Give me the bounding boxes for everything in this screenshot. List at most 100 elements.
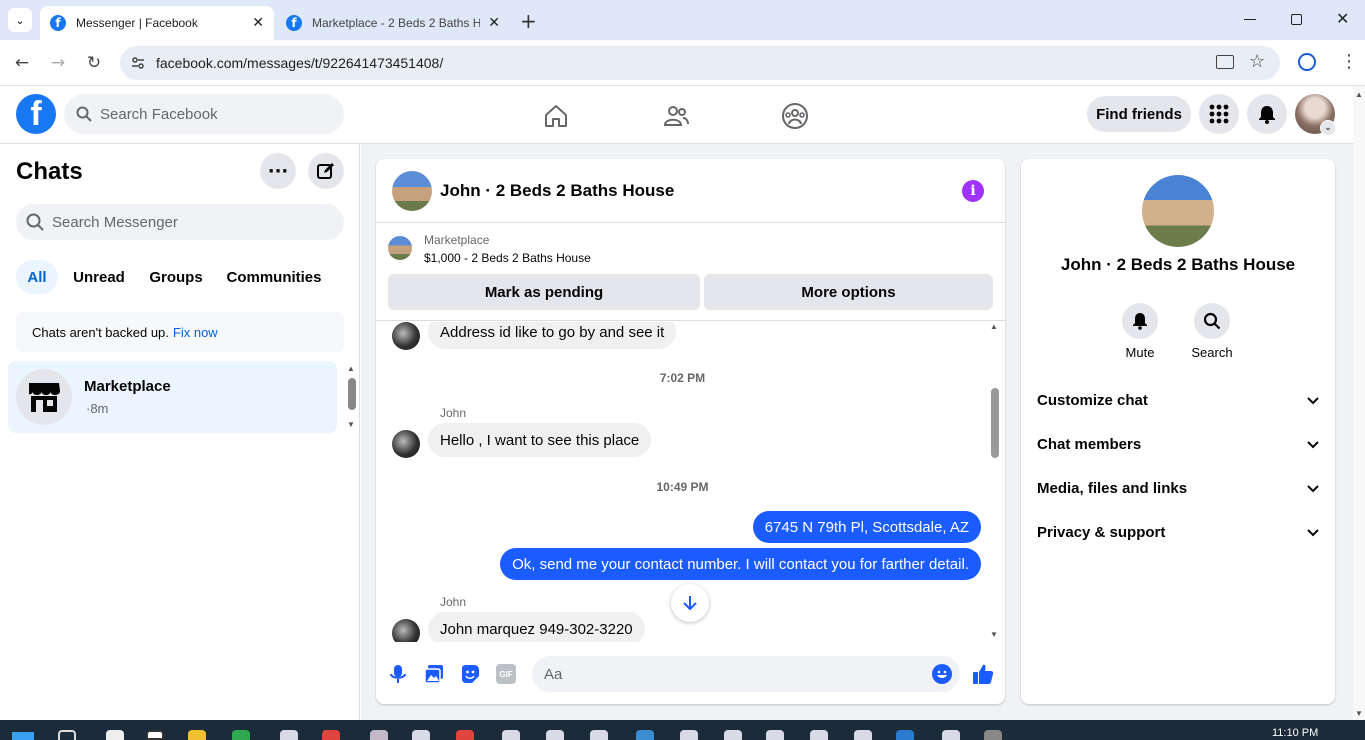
message-scrollbar[interactable]: ▲ ▼ [989, 322, 1001, 642]
chrome-icon[interactable] [322, 730, 340, 740]
chrome-profile-icon[interactable] [280, 730, 298, 740]
chat-members-row[interactable]: Chat members [1037, 424, 1319, 464]
info-icon[interactable]: i [962, 180, 984, 202]
message-bubble-incoming[interactable]: Address id like to go by and see it [428, 322, 677, 349]
scroll-down-arrow-icon[interactable]: ▼ [990, 630, 998, 639]
chrome-profile-icon[interactable] [502, 730, 520, 740]
scroll-up-arrow-icon[interactable]: ▲ [1355, 90, 1363, 99]
sender-avatar[interactable] [392, 322, 420, 350]
taskbar-app-icon[interactable] [896, 730, 914, 740]
scroll-down-arrow-icon[interactable]: ▼ [347, 420, 355, 429]
search-action[interactable]: Search [1189, 303, 1235, 360]
chrome-profile-icon[interactable] [854, 730, 872, 740]
reload-icon[interactable]: ↻ [81, 50, 107, 76]
sticker-icon[interactable] [460, 664, 480, 689]
scroll-up-arrow-icon[interactable]: ▲ [347, 364, 355, 373]
chrome-profile-icon[interactable] [942, 730, 960, 740]
message-bubble-incoming[interactable]: John marquez 949-302-3220 [428, 612, 645, 642]
privacy-support-row[interactable]: Privacy & support [1037, 512, 1319, 552]
profile-icon[interactable] [1298, 53, 1316, 71]
chrome-profile-icon[interactable] [766, 730, 784, 740]
taskbar-app-icon[interactable] [106, 730, 124, 740]
taskbar-app-icon[interactable] [984, 730, 1002, 740]
chrome-profile-icon[interactable] [370, 730, 388, 740]
start-icon[interactable] [12, 732, 34, 740]
find-friends-button[interactable]: Find friends [1087, 96, 1191, 132]
close-tab-icon[interactable]: ✕ [252, 15, 264, 31]
groups-icon[interactable] [781, 102, 809, 135]
sender-avatar[interactable] [392, 430, 420, 458]
chrome-icon[interactable] [456, 730, 474, 740]
search-taskbar-icon[interactable] [58, 730, 76, 740]
chrome-profile-icon[interactable] [546, 730, 564, 740]
chat-list-scrollbar[interactable]: ▲ ▼ [346, 364, 358, 430]
chrome-profile-icon[interactable] [590, 730, 608, 740]
customize-chat-row[interactable]: Customize chat [1037, 380, 1319, 420]
taskbar-app-icon[interactable] [146, 730, 164, 740]
mark-pending-button[interactable]: Mark as pending [388, 274, 700, 310]
tab-list-chevron-icon[interactable]: ⌄ [8, 8, 32, 32]
chats-options-button[interactable]: ··· [260, 153, 296, 189]
page-scrollbar[interactable]: ▲ ▼ [1353, 86, 1365, 720]
filter-all[interactable]: All [16, 260, 58, 294]
facebook-search-input[interactable]: Search Facebook [64, 94, 344, 134]
bookmark-star-icon[interactable]: ☆ [1249, 51, 1265, 72]
message-bubble-incoming[interactable]: Hello , I want to see this place [428, 423, 652, 457]
scroll-thumb[interactable] [991, 388, 999, 458]
photo-icon[interactable] [424, 664, 444, 689]
scroll-up-arrow-icon[interactable]: ▲ [990, 322, 998, 331]
home-icon[interactable] [543, 103, 569, 134]
scroll-down-arrow-icon[interactable]: ▼ [1355, 709, 1363, 718]
restore-icon[interactable] [1291, 14, 1302, 25]
install-app-icon[interactable] [1216, 55, 1234, 69]
tab-marketplace[interactable]: f Marketplace - 2 Beds 2 Baths H ✕ [276, 6, 510, 40]
message-bubble-outgoing[interactable]: Ok, send me your contact number. I will … [500, 548, 981, 580]
chrome-profile-icon[interactable] [724, 730, 742, 740]
message-bubble-outgoing[interactable]: 6745 N 79th Pl, Scottsdale, AZ [752, 511, 981, 543]
mute-action[interactable]: Mute [1118, 303, 1162, 360]
file-explorer-icon[interactable] [188, 730, 206, 740]
sender-avatar[interactable] [392, 619, 420, 642]
conversation-title[interactable]: John · 2 Beds 2 Baths House [440, 181, 674, 201]
new-message-button[interactable] [308, 153, 344, 189]
thumbs-up-icon[interactable] [972, 663, 994, 690]
chrome-profile-icon[interactable] [636, 730, 654, 740]
emoji-icon[interactable] [932, 664, 952, 684]
minimize-icon[interactable] [1244, 19, 1256, 29]
site-info-icon[interactable] [130, 55, 146, 71]
taskbar-clock[interactable]: 11:10 PM [1272, 727, 1318, 739]
chat-list-item[interactable]: Marketplace ·8m [8, 361, 337, 433]
account-chevron-icon[interactable]: ⌄ [1320, 120, 1336, 136]
forward-icon[interactable]: → [45, 50, 71, 76]
conversation-avatar[interactable] [392, 171, 432, 211]
address-bar[interactable]: facebook.com/messages/t/922641473451408/ [120, 46, 1280, 80]
new-tab-icon[interactable]: + [520, 9, 537, 33]
messenger-search-input[interactable]: Search Messenger [16, 204, 344, 240]
chrome-profile-icon[interactable] [412, 730, 430, 740]
scroll-thumb[interactable] [348, 378, 356, 410]
close-window-icon[interactable]: ✕ [1336, 9, 1349, 28]
facebook-logo-icon[interactable]: f [16, 94, 56, 134]
microphone-icon[interactable] [390, 664, 406, 689]
filter-unread[interactable]: Unread [66, 260, 132, 294]
listing-thumbnail[interactable] [388, 236, 412, 260]
fix-now-link[interactable]: Fix now [173, 325, 218, 340]
gif-icon[interactable]: GIF [496, 664, 516, 684]
chrome-profile-icon[interactable] [680, 730, 698, 740]
filter-groups[interactable]: Groups [142, 260, 210, 294]
tab-messenger[interactable]: f Messenger | Facebook ✕ [40, 6, 274, 40]
taskbar-app-icon[interactable] [232, 730, 250, 740]
notifications-button[interactable] [1247, 94, 1287, 134]
filter-communities[interactable]: Communities [220, 260, 328, 294]
close-tab-icon[interactable]: ✕ [488, 15, 500, 31]
message-input[interactable]: Aa [532, 656, 960, 692]
friends-icon[interactable] [663, 103, 689, 134]
media-files-links-row[interactable]: Media, files and links [1037, 468, 1319, 508]
info-avatar[interactable] [1142, 175, 1214, 247]
scroll-to-bottom-button[interactable] [671, 584, 709, 622]
more-options-button[interactable]: More options [704, 274, 993, 310]
back-icon[interactable]: ← [9, 50, 35, 76]
listing-title[interactable]: $1,000 - 2 Beds 2 Baths House [424, 251, 591, 265]
menu-grid-button[interactable] [1199, 94, 1239, 134]
browser-menu-icon[interactable]: ⋮ [1340, 51, 1358, 72]
